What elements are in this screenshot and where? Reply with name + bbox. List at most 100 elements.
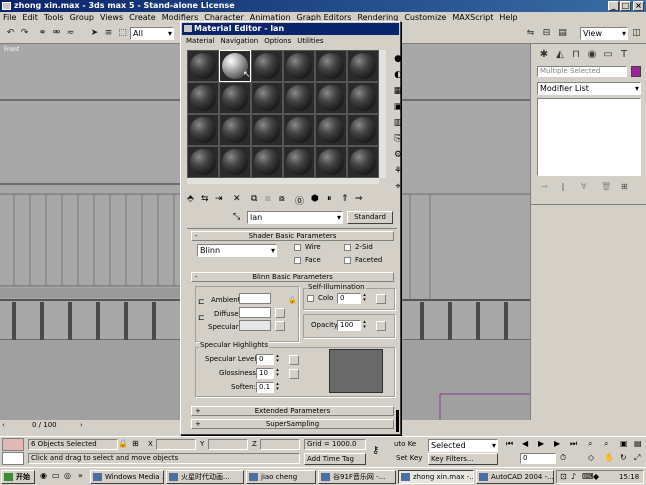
- sample-slot[interactable]: [347, 114, 379, 146]
- reset-map-icon[interactable]: ✕: [233, 194, 241, 204]
- lock-icon[interactable]: 🔒: [288, 296, 297, 304]
- sample-slot[interactable]: [187, 146, 219, 178]
- sample-slot[interactable]: [315, 82, 347, 114]
- sample-slot[interactable]: [251, 82, 283, 114]
- self-illum-value[interactable]: 0: [337, 293, 361, 304]
- mat-menu-item[interactable]: Navigation: [220, 37, 258, 45]
- undo-icon[interactable]: ↶: [4, 27, 17, 40]
- material-name-field[interactable]: lan ▾: [247, 211, 343, 224]
- spinner-icon[interactable]: ▴ ▾: [362, 320, 367, 331]
- glossiness-field[interactable]: 10: [256, 368, 274, 379]
- put-to-scene-icon[interactable]: ⇆: [201, 194, 209, 204]
- sample-slot[interactable]: [283, 82, 315, 114]
- taskbar-task[interactable]: 谷91F音乐网 -...: [318, 470, 396, 484]
- wire-checkbox[interactable]: [294, 244, 301, 251]
- shader-basic-params-rollout[interactable]: - Shader Basic Parameters: [191, 231, 394, 241]
- menu-item[interactable]: MAXScript: [452, 13, 493, 22]
- sample-slot[interactable]: [315, 50, 347, 82]
- menu-item[interactable]: Help: [499, 13, 517, 22]
- maximize-viewport-icon[interactable]: ⤢: [634, 453, 640, 463]
- zoom-icon[interactable]: ⌕: [588, 439, 592, 449]
- spinner-icon[interactable]: ▴ ▾: [275, 354, 280, 365]
- current-frame-field[interactable]: 0: [520, 453, 556, 464]
- close-button[interactable]: ×: [633, 1, 644, 11]
- remove-modifier-icon[interactable]: 🗑: [601, 182, 611, 191]
- go-to-start-icon[interactable]: ⏮: [506, 439, 513, 449]
- sample-slot[interactable]: [283, 114, 315, 146]
- redo-icon[interactable]: ↷: [18, 27, 31, 40]
- uv-tiling-icon[interactable]: ▣: [391, 100, 405, 114]
- taskbar-task[interactable]: Windows Media ...: [90, 470, 164, 484]
- soften-field[interactable]: 0.1: [256, 382, 274, 393]
- menu-item[interactable]: Tools: [44, 13, 64, 22]
- rollout-scrollbar[interactable]: [396, 410, 399, 432]
- taskbar-task[interactable]: AutoCAD 2004 -...: [476, 470, 554, 484]
- mat-menu-item[interactable]: Material: [186, 37, 214, 45]
- face-map-checkbox[interactable]: [294, 257, 301, 264]
- sample-slot[interactable]: [251, 50, 283, 82]
- unlink-icon[interactable]: ⚮: [50, 27, 63, 40]
- blinn-basic-params-rollout[interactable]: - Blinn Basic Parameters: [191, 272, 394, 282]
- tray-app-icon[interactable]: ◆: [593, 472, 599, 481]
- add-time-tag-button[interactable]: Add Time Tag: [304, 453, 366, 465]
- spinner-icon[interactable]: ▴ ▾: [275, 368, 280, 379]
- select-arrow-icon[interactable]: ➤: [88, 27, 101, 40]
- selection-filter-dropdown[interactable]: All ▾: [130, 27, 174, 40]
- key-mode-dropdown[interactable]: Selected ▾: [428, 439, 498, 452]
- sample-slot[interactable]: [219, 146, 251, 178]
- auto-key-button[interactable]: uto Ke: [394, 440, 416, 448]
- video-color-check-icon[interactable]: ▥: [391, 116, 405, 130]
- lock-link-icon[interactable]: ⊏: [198, 313, 205, 322]
- arrow-right-icon[interactable]: ›: [80, 421, 83, 429]
- go-to-parent-icon[interactable]: ⇑: [341, 194, 349, 204]
- previous-frame-icon[interactable]: ◀: [522, 439, 528, 448]
- x-coordinate-field[interactable]: [156, 439, 196, 450]
- quick-launch-desktop-icon[interactable]: ▭: [52, 471, 60, 480]
- sample-slot[interactable]: [347, 50, 379, 82]
- material-effects-channel-icon[interactable]: ⓪: [295, 194, 304, 207]
- show-end-result-icon[interactable]: ‖: [561, 182, 565, 191]
- slots-vscroll[interactable]: [379, 50, 386, 178]
- align-icon[interactable]: ⊟: [540, 27, 553, 40]
- show-map-icon[interactable]: ⬢: [311, 194, 319, 204]
- display-tab-icon[interactable]: ▭: [601, 48, 615, 62]
- absolute-mode-icon[interactable]: ⊞: [132, 439, 139, 448]
- object-name-field[interactable]: Multiple Selected: [537, 66, 627, 77]
- sample-slot[interactable]: [283, 50, 315, 82]
- sample-slot[interactable]: [347, 146, 379, 178]
- opacity-map-button[interactable]: [376, 321, 386, 331]
- sample-slot[interactable]: [187, 82, 219, 114]
- select-by-name-icon[interactable]: ≡: [102, 27, 115, 40]
- zoom-all-icon[interactable]: ⌕: [604, 439, 608, 449]
- sample-slot[interactable]: [251, 114, 283, 146]
- spinner-icon[interactable]: ▴ ▾: [362, 293, 367, 304]
- field-of-view-icon[interactable]: ◇: [588, 453, 594, 462]
- hierarchy-tab-icon[interactable]: ⊓: [569, 48, 583, 62]
- mat-menu-item[interactable]: Options: [264, 37, 291, 45]
- link-icon[interactable]: ⚭: [36, 27, 49, 40]
- minimize-button[interactable]: _: [608, 1, 619, 11]
- key-filters-button[interactable]: Key Filters...: [428, 453, 498, 465]
- go-to-end-icon[interactable]: ⏭: [570, 439, 577, 449]
- maxscript-listener[interactable]: [2, 438, 24, 451]
- create-tab-icon[interactable]: ✱: [537, 48, 551, 62]
- spinner-icon[interactable]: ▴ ▾: [275, 382, 280, 393]
- quick-launch-media-icon[interactable]: ◎: [64, 471, 71, 480]
- arc-rotate-icon[interactable]: ↻: [620, 453, 627, 462]
- taskbar-task[interactable]: zhong xin.max -...: [398, 470, 474, 484]
- set-key-button[interactable]: Set Key: [396, 454, 422, 462]
- material-type-button[interactable]: Standard: [347, 211, 393, 224]
- maximize-button[interactable]: □: [620, 1, 631, 11]
- ref-coord-dropdown[interactable]: View ▾: [580, 27, 628, 40]
- sample-slot[interactable]: [315, 114, 347, 146]
- pick-material-icon[interactable]: ⤡: [233, 212, 240, 222]
- ambient-swatch[interactable]: [239, 293, 271, 304]
- motion-tab-icon[interactable]: ◉: [585, 48, 599, 62]
- specular-map-button[interactable]: [275, 321, 285, 331]
- go-forward-sibling-icon[interactable]: ⇒: [355, 194, 363, 204]
- pivot-icon[interactable]: ◫: [630, 27, 643, 40]
- background-icon[interactable]: ▦: [391, 84, 405, 98]
- modifier-stack[interactable]: [537, 98, 641, 176]
- time-config-icon[interactable]: ⏱: [560, 453, 566, 463]
- backlight-icon[interactable]: ◐: [391, 68, 405, 82]
